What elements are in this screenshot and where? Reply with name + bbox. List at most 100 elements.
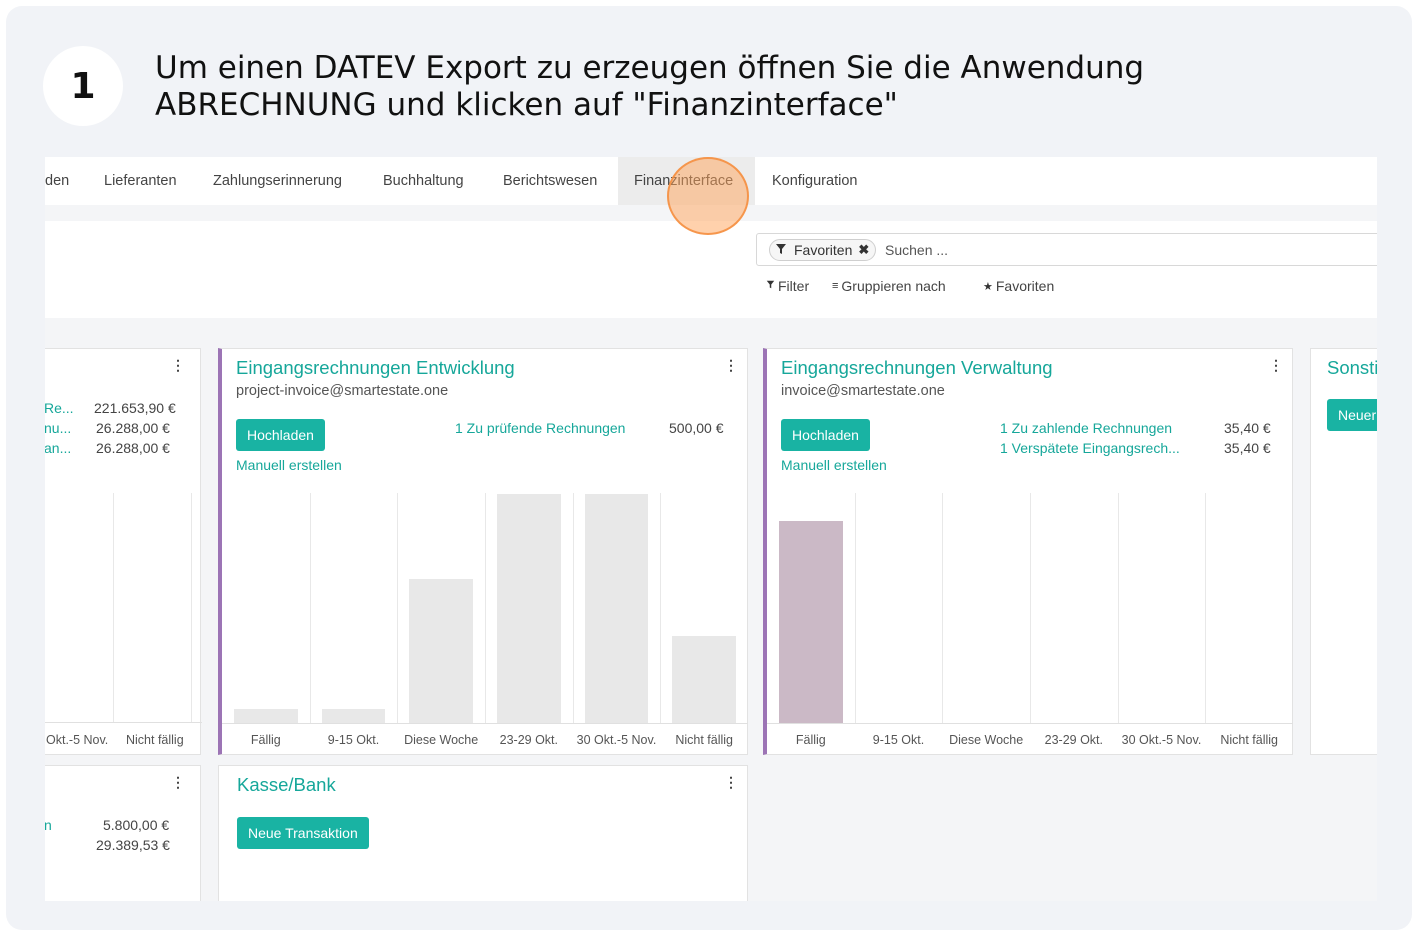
favorites-button[interactable]: ★ Favoriten xyxy=(983,278,1054,294)
late-invoices-link[interactable]: 1 Verspätete Eingangsrech... xyxy=(1000,440,1180,456)
graph-gridline xyxy=(1030,493,1031,724)
admin-invoices-card: Eingangsrechnungen Verwaltung invoice@sm… xyxy=(763,348,1293,755)
graph-bar[interactable] xyxy=(409,579,473,723)
remove-facet-icon[interactable]: ✖ xyxy=(858,242,869,258)
graph-bar[interactable] xyxy=(584,494,649,723)
graph-label: Fällig xyxy=(250,733,281,747)
stat-link[interactable]: nu... xyxy=(45,420,71,436)
graph-label: Nicht fällig xyxy=(675,733,733,747)
graph-label: 30 Okt.-5 Nov. xyxy=(1121,733,1202,747)
graph-bar[interactable] xyxy=(672,636,736,723)
due-bar-chart xyxy=(767,493,1293,724)
list-icon: ≡ xyxy=(832,280,839,292)
review-invoices-link[interactable]: 1 Zu prüfende Rechnungen xyxy=(455,420,625,436)
kebab-menu-icon[interactable]: ⋮ xyxy=(1269,357,1283,374)
menu-item-berichtswesen[interactable]: Berichtswesen xyxy=(487,157,613,205)
graph-gridline xyxy=(1117,493,1119,724)
manual-create-link[interactable]: Manuell erstellen xyxy=(781,457,887,473)
filter-icon xyxy=(774,243,788,258)
graph-gridline xyxy=(397,493,399,724)
search-bar: Favoriten ✖ xyxy=(756,233,1377,266)
menu-item-konfiguration[interactable]: Konfiguration xyxy=(756,157,873,205)
graph-bar[interactable] xyxy=(234,709,298,723)
step-instruction: Um einen DATEV Export zu erzeugen öffnen… xyxy=(155,50,1145,123)
stat-amount: 26.288,00 € xyxy=(96,440,170,456)
app-screenshot: den Lieferanten Zahlungserinnerung Buchh… xyxy=(45,157,1377,901)
graph-label: 9-15 Okt. xyxy=(327,733,380,747)
graph-gridline xyxy=(572,493,574,724)
upload-button[interactable]: Hochladen xyxy=(236,419,325,451)
kebab-menu-icon[interactable]: ⋮ xyxy=(724,357,738,374)
stat-link[interactable]: n xyxy=(45,817,52,833)
upload-button[interactable]: Hochladen xyxy=(781,419,870,451)
click-highlight xyxy=(667,157,749,235)
step-number: 1 xyxy=(43,46,123,126)
bank-card-partial: ⋮ n 5.800,00 € 29.389,53 € xyxy=(45,765,201,901)
graph-gridline xyxy=(942,493,944,724)
graph-axis xyxy=(222,723,748,724)
kebab-menu-icon[interactable]: ⋮ xyxy=(171,774,185,791)
graph-label: Nicht fällig xyxy=(126,733,184,747)
stat-amount: 5.800,00 € xyxy=(103,817,170,833)
menu-item-lieferanten[interactable]: Lieferanten xyxy=(88,157,193,205)
menu-item-buchhaltung[interactable]: Buchhaltung xyxy=(367,157,480,205)
manual-create-link[interactable]: Manuell erstellen xyxy=(236,457,342,473)
card-email: project-invoice@smartestate.one xyxy=(236,383,449,399)
graph-gridline xyxy=(1205,493,1207,724)
new-transaction-button[interactable]: Neue Transaktion xyxy=(237,817,369,849)
due-bar-chart xyxy=(222,493,748,724)
kebab-menu-icon[interactable]: ⋮ xyxy=(724,774,738,791)
graph-gridline xyxy=(854,493,856,724)
filter-button[interactable]: Filter xyxy=(766,278,809,294)
menu-item-partial[interactable]: den xyxy=(45,157,85,205)
graph-label: 23-29 Okt. xyxy=(499,733,559,747)
stat-link[interactable]: Re... xyxy=(45,400,74,416)
graph-label: Nicht fällig xyxy=(1220,733,1278,747)
review-amount: 500,00 € xyxy=(669,420,724,436)
other-card-partial: Sonsti Neuer xyxy=(1310,348,1377,755)
card-title[interactable]: Sonsti xyxy=(1327,357,1377,379)
graph-bar[interactable] xyxy=(779,521,843,723)
facet-label: Favoriten xyxy=(794,242,853,258)
stat-link[interactable]: an... xyxy=(45,440,71,456)
filter-label: Filter xyxy=(778,278,810,294)
graph-axis xyxy=(45,722,202,723)
card-title[interactable]: Eingangsrechnungen Entwicklung xyxy=(236,357,515,379)
group-by-button[interactable]: ≡ Gruppieren nach xyxy=(832,278,946,294)
graph-gridline xyxy=(113,493,114,723)
graph-axis xyxy=(767,723,1293,724)
new-button[interactable]: Neuer xyxy=(1327,399,1377,431)
group-by-label: Gruppieren nach xyxy=(841,278,946,294)
stat-amount: 26.288,00 € xyxy=(96,420,170,436)
search-input[interactable] xyxy=(885,238,1285,262)
late-amount: 35,40 € xyxy=(1224,440,1271,456)
graph-label: Diese Woche xyxy=(949,733,1024,747)
graph-gridline xyxy=(191,493,192,723)
graph-label: Okt.-5 Nov. xyxy=(46,733,109,747)
filter-icon xyxy=(766,280,775,292)
graph-gridline xyxy=(309,493,311,724)
graph-label: Fällig xyxy=(795,733,826,747)
control-panel: Favoriten ✖ Filter ≡ Gruppieren nach ★ F… xyxy=(45,221,1377,318)
payable-amount: 35,40 € xyxy=(1224,420,1271,436)
favorites-facet[interactable]: Favoriten ✖ xyxy=(769,239,877,261)
graph-label: Diese Woche xyxy=(404,733,479,747)
stat-amount: 29.389,53 € xyxy=(96,837,170,853)
favorites-label: Favoriten xyxy=(995,278,1055,294)
kebab-menu-icon[interactable]: ⋮ xyxy=(171,357,185,374)
payable-invoices-link[interactable]: 1 Zu zahlende Rechnungen xyxy=(1000,420,1172,436)
journal-card-partial: ⋮ Re... 221.653,90 € nu... 26.288,00 € a… xyxy=(45,348,202,755)
stat-amount: 221.653,90 € xyxy=(94,400,176,416)
star-icon: ★ xyxy=(983,280,993,293)
graph-label: 23-29 Okt. xyxy=(1044,733,1104,747)
graph-bar[interactable] xyxy=(321,709,386,723)
graph-gridline xyxy=(485,493,486,724)
graph-gridline xyxy=(660,493,662,724)
dev-invoices-card: Eingangsrechnungen Entwicklung project-i… xyxy=(218,348,748,755)
card-title[interactable]: Kasse/Bank xyxy=(237,774,336,796)
graph-label: 9-15 Okt. xyxy=(872,733,925,747)
graph-bar[interactable] xyxy=(497,494,561,723)
card-title[interactable]: Eingangsrechnungen Verwaltung xyxy=(781,357,1053,379)
menu-item-zahlungserinnerung[interactable]: Zahlungserinnerung xyxy=(197,157,358,205)
cash-bank-card: Kasse/Bank ⋮ Neue Transaktion xyxy=(218,765,748,901)
